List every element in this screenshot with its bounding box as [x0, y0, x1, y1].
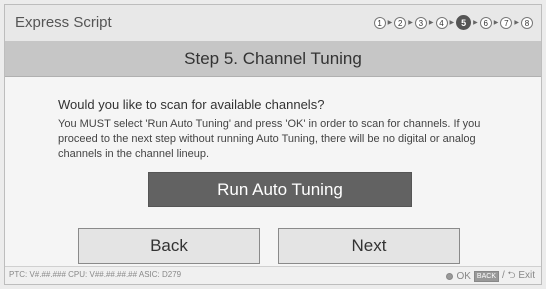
step-arrow-icon: ▶: [514, 19, 519, 26]
step-2: 2: [394, 16, 407, 29]
step-6: 6: [479, 16, 492, 29]
ok-button-icon: [446, 273, 454, 280]
step-arrow-icon: ▶: [493, 19, 499, 26]
step-8: 8: [521, 16, 533, 29]
exit-hint-label: / ⮌ Exit: [501, 270, 535, 281]
step-arrow-icon: ▶: [387, 19, 393, 26]
scan-question: Would you like to scan for available cha…: [58, 97, 325, 112]
step-3: 3: [414, 16, 427, 29]
step-5-current: 5: [456, 15, 472, 30]
back-key-icon: BACK: [473, 271, 499, 282]
step-indicator: 1 ▶ 2 ▶ 3 ▶ 4 ▶ 5 ▶ 6 ▶ 7 ▶ 8: [373, 15, 533, 30]
version-info: PTC: V#.##.### CPU: V##.##.##.## ASIC: D…: [9, 270, 182, 279]
top-bar: Express Script 1 ▶ 2 ▶ 3 ▶ 4 ▶ 5 ▶ 6 ▶ 7 ▶ 8: [5, 5, 541, 42]
next-button[interactable]: Next: [278, 228, 460, 264]
ok-hint-label: OK: [456, 271, 471, 282]
scan-description: You MUST select 'Run Auto Tuning' and pr…: [58, 118, 481, 160]
step-7: 7: [500, 16, 513, 29]
step-arrow-icon: ▶: [449, 19, 455, 26]
step-arrow-icon: ▶: [408, 19, 413, 26]
back-button[interactable]: Back: [78, 228, 260, 264]
step-arrow-icon: ▶: [428, 19, 434, 26]
app-title: Express Script: [15, 14, 112, 31]
step-arrow-icon: ▶: [473, 19, 478, 26]
run-auto-tuning-button[interactable]: Run Auto Tuning: [148, 172, 412, 207]
step-4: 4: [435, 16, 448, 29]
step-1: 1: [373, 16, 386, 29]
page-title: Step 5. Channel Tuning: [5, 41, 541, 77]
footer-bar: PTC: V#.##.### CPU: V##.##.##.## ASIC: D…: [5, 266, 541, 284]
express-script-window: Express Script 1 ▶ 2 ▶ 3 ▶ 4 ▶ 5 ▶ 6 ▶ 7 ▶ 8 St…: [4, 4, 542, 285]
key-hints: OK BACK / ⮌ Exit: [446, 268, 535, 285]
